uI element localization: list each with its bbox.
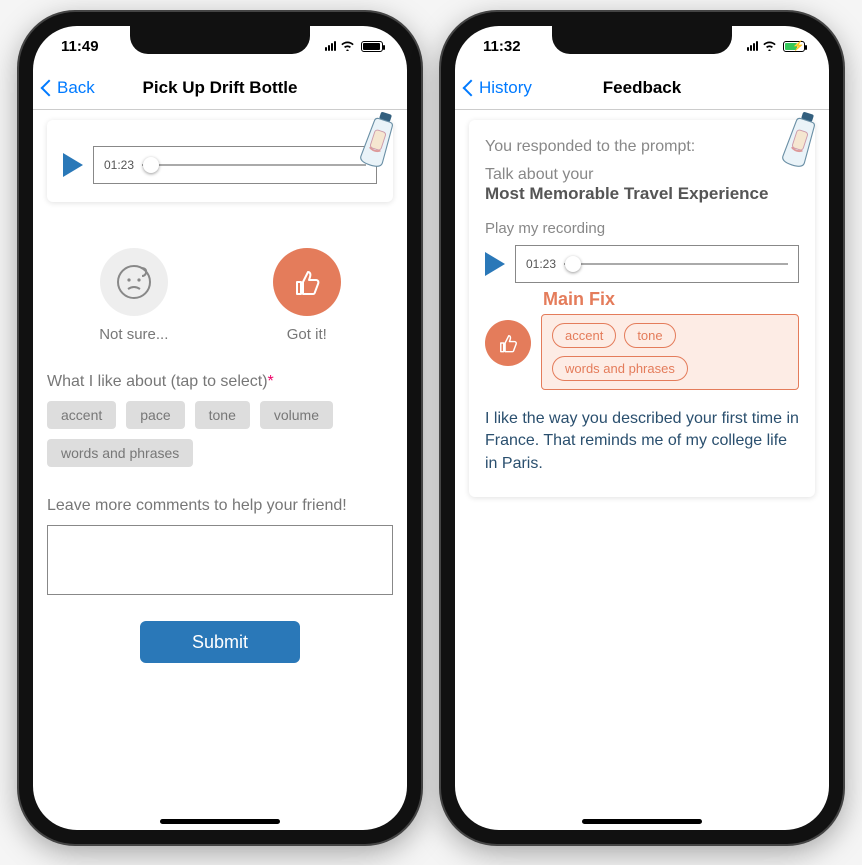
audio-player: 01:23 xyxy=(485,245,799,283)
submit-label: Submit xyxy=(192,632,248,653)
play-button[interactable] xyxy=(485,252,505,276)
screen-left: 11:49 Back Pick Up Drift Bottle xyxy=(33,26,407,830)
status-icons: ⚡ xyxy=(747,39,805,54)
battery-icon xyxy=(361,41,383,52)
feedback-text: I like the way you described your first … xyxy=(485,408,799,475)
required-asterisk: * xyxy=(268,373,274,390)
play-button[interactable] xyxy=(63,153,83,177)
fix-chip-accent[interactable]: accent xyxy=(552,323,616,348)
chip-tone[interactable]: tone xyxy=(195,401,250,429)
audio-player: 01:23 xyxy=(63,146,377,184)
notch xyxy=(552,26,732,54)
signal-icon xyxy=(747,41,758,51)
chevron-left-icon xyxy=(463,79,480,96)
content-left: 01:23 xyxy=(33,110,407,830)
play-label: Play my recording xyxy=(485,220,799,237)
like-section-label: What I like about (tap to select)* xyxy=(47,373,393,391)
screen-right: 11:32 ⚡ History Feedback xyxy=(455,26,829,830)
audio-track[interactable]: 01:23 xyxy=(93,146,377,184)
fix-chip-words[interactable]: words and phrases xyxy=(552,356,688,381)
wifi-icon xyxy=(762,39,777,54)
like-chips: accent pace tone volume words and phrase… xyxy=(47,401,393,467)
back-label: History xyxy=(479,78,532,98)
bottle-icon xyxy=(773,110,828,174)
chevron-left-icon xyxy=(41,79,58,96)
fix-chip-tone[interactable]: tone xyxy=(624,323,675,348)
chip-accent[interactable]: accent xyxy=(47,401,116,429)
phone-left: 11:49 Back Pick Up Drift Bottle xyxy=(19,12,421,844)
audio-slider[interactable] xyxy=(564,263,788,265)
chip-words[interactable]: words and phrases xyxy=(47,439,193,467)
topic-title: Most Memorable Travel Experience xyxy=(485,184,799,204)
not-sure-button[interactable]: Not sure... xyxy=(99,248,168,343)
comment-input[interactable] xyxy=(47,525,393,595)
home-indicator[interactable] xyxy=(582,819,702,824)
signal-icon xyxy=(325,41,336,51)
submit-button[interactable]: Submit xyxy=(140,621,300,663)
thumbs-up-icon xyxy=(273,248,341,316)
chip-pace[interactable]: pace xyxy=(126,401,184,429)
timecode: 01:23 xyxy=(104,158,134,172)
main-fix-box: accent tone words and phrases xyxy=(541,314,799,390)
slider-thumb[interactable] xyxy=(565,256,581,272)
thumbs-up-icon xyxy=(485,320,531,366)
audio-slider[interactable] xyxy=(142,164,366,166)
got-it-label: Got it! xyxy=(273,326,341,343)
topic-prefix: Talk about your xyxy=(485,166,799,184)
back-button[interactable]: History xyxy=(465,78,532,98)
notch xyxy=(130,26,310,54)
feedback-card: You responded to the prompt: Talk about … xyxy=(469,120,815,497)
page-title: Feedback xyxy=(603,78,681,98)
audio-track[interactable]: 01:23 xyxy=(515,245,799,283)
status-time: 11:49 xyxy=(61,38,99,55)
content-right: You responded to the prompt: Talk about … xyxy=(455,110,829,830)
got-it-button[interactable]: Got it! xyxy=(273,248,341,343)
timecode: 01:23 xyxy=(526,257,556,271)
main-fix-row: accent tone words and phrases xyxy=(485,314,799,390)
confused-face-icon xyxy=(100,248,168,316)
home-indicator[interactable] xyxy=(160,819,280,824)
phone-right: 11:32 ⚡ History Feedback xyxy=(441,12,843,844)
main-fix-label: Main Fix xyxy=(543,289,799,310)
back-button[interactable]: Back xyxy=(43,78,95,98)
status-icons xyxy=(325,39,383,54)
audio-card: 01:23 xyxy=(47,120,393,202)
reaction-row: Not sure... Got it! xyxy=(47,248,393,343)
like-label-text: What I like about (tap to select) xyxy=(47,373,268,390)
chip-volume[interactable]: volume xyxy=(260,401,333,429)
slider-thumb[interactable] xyxy=(143,157,159,173)
back-label: Back xyxy=(57,78,95,98)
battery-charging-icon: ⚡ xyxy=(783,41,805,52)
wifi-icon xyxy=(340,39,355,54)
not-sure-label: Not sure... xyxy=(99,326,168,343)
status-time: 11:32 xyxy=(483,38,521,55)
page-title: Pick Up Drift Bottle xyxy=(143,78,298,98)
nav-bar: History Feedback xyxy=(455,66,829,110)
nav-bar: Back Pick Up Drift Bottle xyxy=(33,66,407,110)
intro-text: You responded to the prompt: xyxy=(485,138,799,156)
comment-label: Leave more comments to help your friend! xyxy=(47,497,393,515)
